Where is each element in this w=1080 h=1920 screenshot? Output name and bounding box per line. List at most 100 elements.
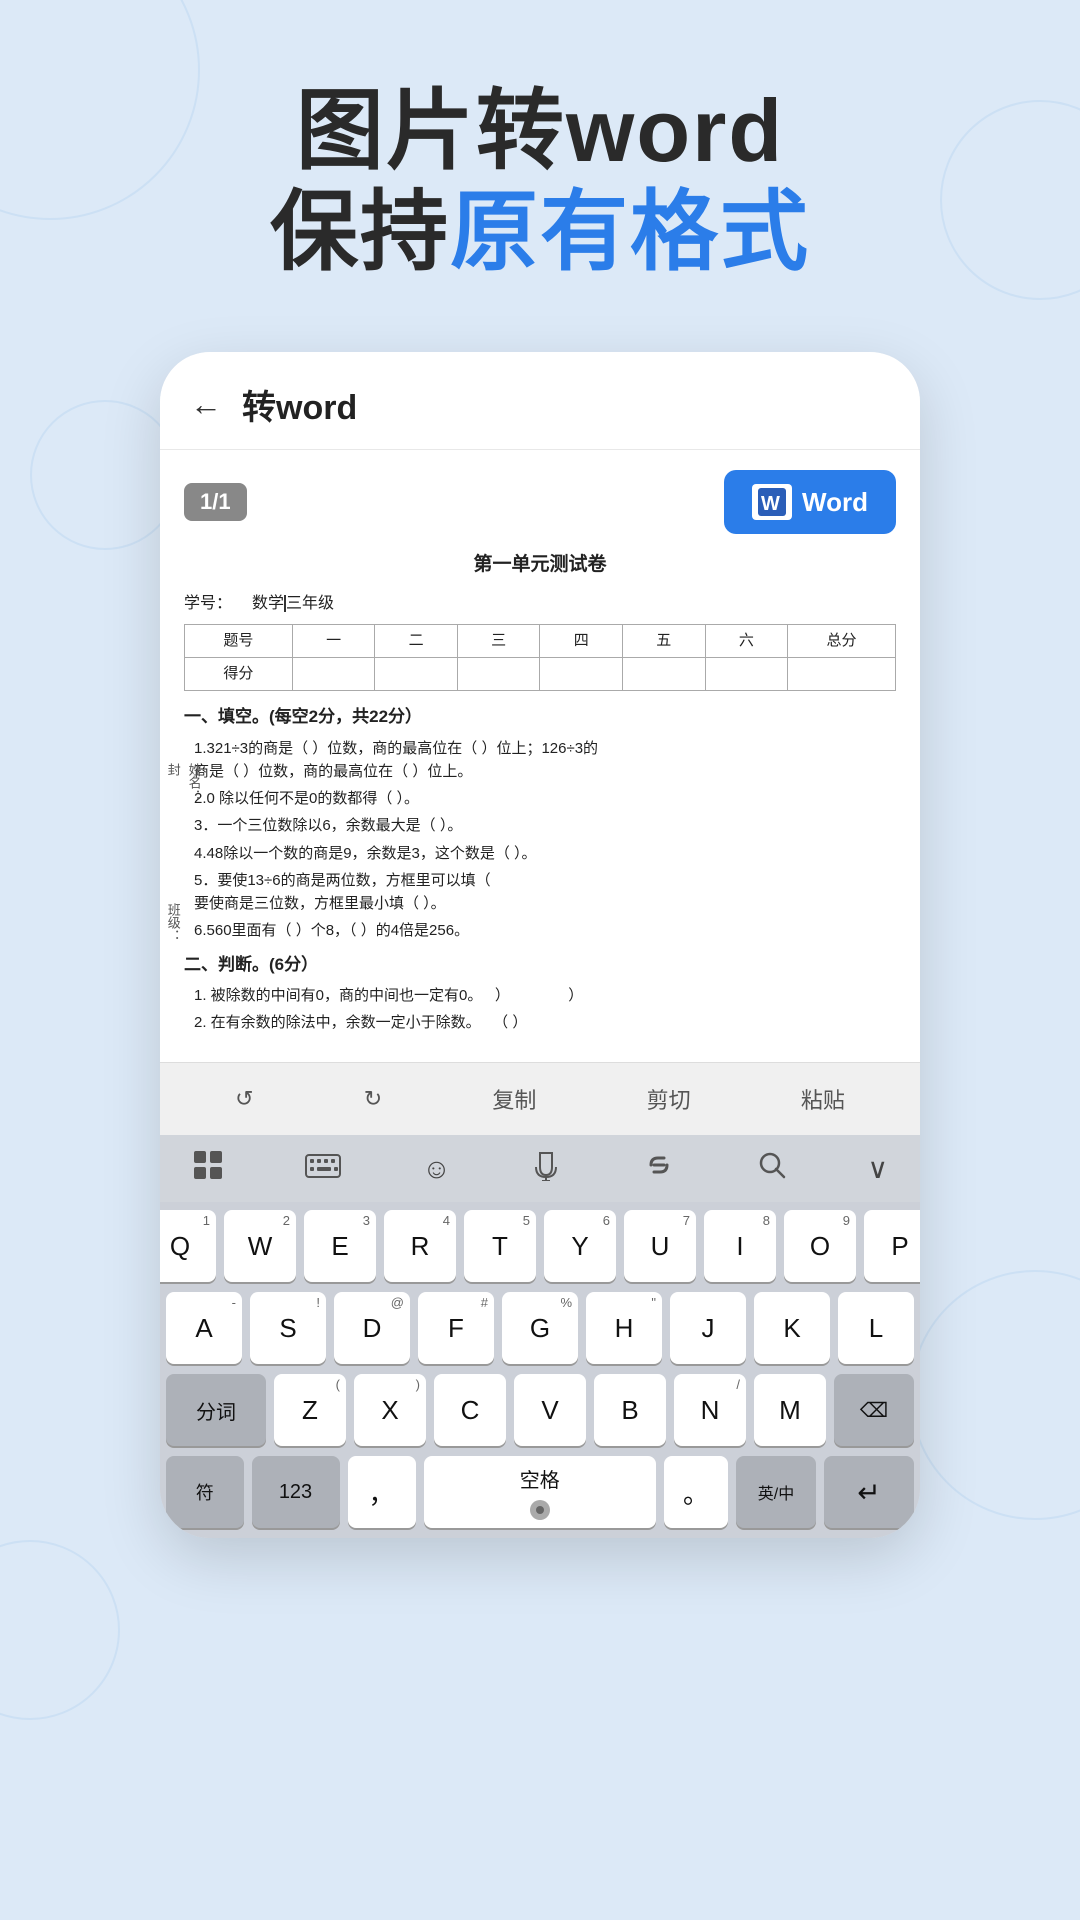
table-header-7: 总分 bbox=[788, 625, 896, 658]
key-f[interactable]: #F bbox=[418, 1292, 494, 1364]
key-fenci[interactable]: 分词 bbox=[166, 1374, 266, 1446]
key-sym[interactable]: 符 bbox=[166, 1456, 244, 1528]
keyboard-area: ☺ ∨ 1Q 2W 3E 4R 5T 6Y 7U 8I bbox=[160, 1135, 920, 1538]
key-h[interactable]: "H bbox=[586, 1292, 662, 1364]
doc-toolbar: 1/1 W Word bbox=[184, 470, 896, 534]
key-d[interactable]: @D bbox=[334, 1292, 410, 1364]
table-header-5: 五 bbox=[623, 625, 706, 658]
doc-item-3: 3．一个三位数除以6，余数最大是（ ）。 bbox=[184, 814, 896, 837]
copy-button[interactable]: 复制 bbox=[478, 1077, 550, 1121]
score-table: 题号 一 二 三 四 五 六 总分 得分 bbox=[184, 624, 896, 691]
table-header-3: 三 bbox=[457, 625, 540, 658]
header-section: 图片转word 保持原有格式 bbox=[0, 0, 1080, 322]
school-num-value: 数学三年级 bbox=[252, 591, 334, 617]
key-b[interactable]: B bbox=[594, 1374, 666, 1446]
word-button-label: Word bbox=[802, 487, 868, 518]
phone-mockup: ← 转word 1/1 W Word 第一单元测试卷 学号 bbox=[160, 352, 920, 1538]
app-header: ← 转word bbox=[160, 352, 920, 450]
keyboard-rows: 1Q 2W 3E 4R 5T 6Y 7U 8I 9O 0P -A !S @D #… bbox=[160, 1202, 920, 1538]
kb-tool-collapse[interactable]: ∨ bbox=[859, 1148, 896, 1189]
word-export-button[interactable]: W Word bbox=[724, 470, 896, 534]
key-p[interactable]: 0P bbox=[864, 1210, 920, 1282]
kb-tool-grid[interactable] bbox=[184, 1145, 232, 1192]
key-123[interactable]: 123 bbox=[252, 1456, 340, 1528]
word-icon: W bbox=[752, 484, 792, 520]
key-lang[interactable]: 英/中 bbox=[736, 1456, 816, 1528]
key-period[interactable]: 。 bbox=[664, 1456, 728, 1528]
key-l[interactable]: L bbox=[838, 1292, 914, 1364]
kb-tool-voice[interactable] bbox=[524, 1145, 568, 1192]
keyboard-toolbar: ☺ ∨ bbox=[160, 1135, 920, 1202]
header-line1: 图片转word bbox=[60, 80, 1020, 181]
section1: 一、填空。(每空2分，共22分） 1.321÷3的商是（ ）位数，商的最高位在（… bbox=[184, 703, 896, 942]
document-content: 第一单元测试卷 学号： 数学三年级 题号 一 二 三 四 五 六 总分 bbox=[184, 550, 896, 1034]
header-line2-blue: 原有格式 bbox=[450, 182, 810, 281]
section2: 二、判断。(6分） 1. 被除数的中间有0，商的中间也一定有0。 ） ） 2. … bbox=[184, 951, 896, 1035]
table-header-0: 题号 bbox=[185, 625, 293, 658]
back-button[interactable]: ← bbox=[190, 386, 222, 423]
space-label: 空格 bbox=[520, 1464, 560, 1493]
table-header-2: 二 bbox=[375, 625, 458, 658]
key-return[interactable]: ↵ bbox=[824, 1456, 914, 1528]
keyboard-row-3: 分词 (Z )X C V B /N M ⌫ bbox=[166, 1374, 914, 1446]
document-area: 1/1 W Word 第一单元测试卷 学号： 数学三年级 bbox=[160, 450, 920, 1062]
paste-button[interactable]: 粘贴 bbox=[787, 1077, 859, 1121]
table-score-label: 得分 bbox=[185, 658, 293, 691]
key-k[interactable]: K bbox=[754, 1292, 830, 1364]
app-title: 转word bbox=[242, 380, 357, 429]
doc-title: 第一单元测试卷 bbox=[184, 550, 896, 580]
key-w[interactable]: 2W bbox=[224, 1210, 296, 1282]
undo-button[interactable]: ↺ bbox=[221, 1080, 267, 1118]
kb-tool-emoji[interactable]: ☺ bbox=[414, 1149, 459, 1189]
key-g[interactable]: %G bbox=[502, 1292, 578, 1364]
side-label-class: 班级： bbox=[162, 903, 183, 942]
doc-item-4: 4.48除以一个数的商是9，余数是3，这个数是（ ）。 bbox=[184, 842, 896, 865]
edit-toolbar: ↺ ↻ 复制 剪切 粘贴 bbox=[160, 1062, 920, 1135]
kb-tool-search[interactable] bbox=[750, 1147, 794, 1190]
svg-text:W: W bbox=[761, 493, 780, 515]
doc-item-6: 6.560里面有（ ）个8，（ ）的4倍是256。 bbox=[184, 919, 896, 942]
key-m[interactable]: M bbox=[754, 1374, 826, 1446]
keyboard-row-2: -A !S @D #F %G "H J K L bbox=[166, 1292, 914, 1364]
keyboard-row-bottom: 符 123 ， 空格 。 英/中 ↵ bbox=[166, 1456, 914, 1528]
keyboard-row-1: 1Q 2W 3E 4R 5T 6Y 7U 8I 9O 0P bbox=[166, 1210, 914, 1282]
key-z[interactable]: (Z bbox=[274, 1374, 346, 1446]
judge-item-1: 1. 被除数的中间有0，商的中间也一定有0。 ） ） bbox=[184, 984, 896, 1007]
key-n[interactable]: /N bbox=[674, 1374, 746, 1446]
key-u[interactable]: 7U bbox=[624, 1210, 696, 1282]
doc-item-2: 2.0 除以任何不是0的数都得（ ）。 bbox=[184, 787, 896, 810]
redo-button[interactable]: ↻ bbox=[350, 1080, 396, 1118]
table-header-6: 六 bbox=[705, 625, 788, 658]
doc-item-1: 1.321÷3的商是（ ）位数，商的最高位在（ ）位上；126÷3的商是（ ）位… bbox=[184, 737, 896, 784]
key-space[interactable]: 空格 bbox=[424, 1456, 657, 1528]
section1-title: 一、填空。(每空2分，共22分） bbox=[184, 703, 896, 730]
key-comma[interactable]: ， bbox=[348, 1456, 416, 1528]
page-indicator: 1/1 bbox=[184, 483, 247, 521]
key-delete[interactable]: ⌫ bbox=[834, 1374, 914, 1446]
doc-item-5: 5．要使13÷6的商是两位数，方框里可以填（要使商是三位数，方框里最小填（ ）。 bbox=[184, 869, 896, 916]
key-o[interactable]: 9O bbox=[784, 1210, 856, 1282]
key-v[interactable]: V bbox=[514, 1374, 586, 1446]
header-line2: 保持原有格式 bbox=[60, 181, 1020, 282]
key-i[interactable]: 8I bbox=[704, 1210, 776, 1282]
key-r[interactable]: 4R bbox=[384, 1210, 456, 1282]
kb-tool-keyboard[interactable] bbox=[297, 1149, 349, 1189]
kb-tool-link[interactable] bbox=[633, 1147, 685, 1190]
key-j[interactable]: J bbox=[670, 1292, 746, 1364]
key-y[interactable]: 6Y bbox=[544, 1210, 616, 1282]
key-t[interactable]: 5T bbox=[464, 1210, 536, 1282]
key-e[interactable]: 3E bbox=[304, 1210, 376, 1282]
side-label-name: 姓名：封 bbox=[162, 763, 204, 802]
table-header-4: 四 bbox=[540, 625, 623, 658]
table-header-1: 一 bbox=[292, 625, 375, 658]
key-s[interactable]: !S bbox=[250, 1292, 326, 1364]
section2-title: 二、判断。(6分） bbox=[184, 951, 896, 978]
key-x[interactable]: )X bbox=[354, 1374, 426, 1446]
header-line2-prefix: 保持 bbox=[270, 182, 450, 281]
cut-button[interactable]: 剪切 bbox=[633, 1077, 705, 1121]
judge-item-2: 2. 在有余数的除法中，余数一定小于除数。 （ ） bbox=[184, 1011, 896, 1034]
school-num-label: 学号： bbox=[184, 591, 232, 617]
key-q[interactable]: 1Q bbox=[160, 1210, 216, 1282]
key-c[interactable]: C bbox=[434, 1374, 506, 1446]
key-a[interactable]: -A bbox=[166, 1292, 242, 1364]
